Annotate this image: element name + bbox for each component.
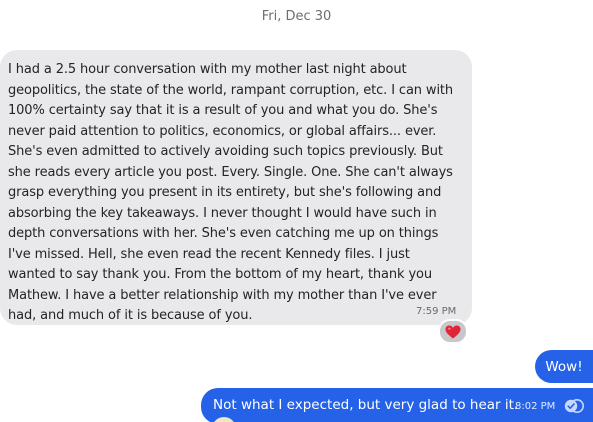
message-line: wanted to say thank you. From the bottom… bbox=[8, 267, 432, 282]
message-line: She's even admitted to actively avoiding… bbox=[8, 144, 443, 159]
message-line: I've missed. Hell, she even read the rec… bbox=[8, 246, 410, 262]
outgoing-message-time: 8:02 PM bbox=[515, 401, 556, 412]
outgoing-message-bubble[interactable]: Not what I expected, but very glad to he… bbox=[201, 388, 593, 422]
message-line: never paid attention to politics, econom… bbox=[8, 123, 437, 139]
heart-icon bbox=[445, 325, 461, 338]
incoming-message-time: 7:59 PM bbox=[416, 306, 457, 317]
message-line: grasp everything you present in its enti… bbox=[8, 185, 442, 200]
message-line: she reads every article you post. Every.… bbox=[8, 164, 453, 180]
chat-conversation: Fri, Dec 30 I had a 2.5 hour conversatio… bbox=[0, 0, 593, 422]
message-line: had, and much of it is because of you. bbox=[8, 308, 253, 323]
outgoing-message-text: Wow! bbox=[545, 358, 583, 375]
read-receipt-icon bbox=[564, 399, 584, 413]
message-line: 100% certainty say that it is a result o… bbox=[8, 103, 438, 118]
message-line: geopolitics, the state of the world, ram… bbox=[8, 82, 454, 98]
outgoing-message-bubble[interactable]: Wow! bbox=[535, 350, 593, 383]
incoming-message-text: I had a 2.5 hour conversation with my mo… bbox=[8, 60, 466, 327]
message-line: Mathew. I have a better relationship wit… bbox=[8, 287, 437, 303]
heart-reaction[interactable] bbox=[438, 319, 468, 344]
outgoing-message-text: Not what I expected, but very glad to he… bbox=[213, 397, 519, 413]
date-separator: Fri, Dec 30 bbox=[261, 9, 332, 24]
message-line: absorbing the key takeaways. I never tho… bbox=[8, 205, 437, 221]
message-line: depth conversations with her. She's even… bbox=[8, 226, 439, 241]
message-line: I had a 2.5 hour conversation with my mo… bbox=[8, 62, 407, 77]
